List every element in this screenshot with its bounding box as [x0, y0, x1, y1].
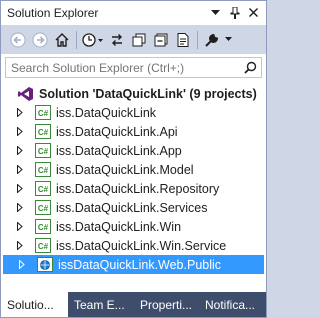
project-label: iss.DataQuickLink.Win.Service	[56, 238, 227, 253]
svg-text:C#: C#	[37, 109, 48, 118]
tab-team-explorer[interactable]: Team E...	[68, 292, 134, 317]
toolbar-separator	[197, 30, 198, 49]
back-icon[interactable]	[7, 29, 29, 51]
close-icon[interactable]	[245, 4, 262, 21]
expand-arrow-icon[interactable]	[15, 165, 25, 175]
project-node[interactable]: issDataQuickLink.Web.Public	[3, 255, 264, 274]
svg-text:C#: C#	[37, 204, 48, 213]
project-label: iss.DataQuickLink.Model	[56, 162, 194, 177]
svg-text:C#: C#	[37, 223, 48, 232]
show-all-files-icon[interactable]	[172, 29, 194, 51]
toolbar	[1, 25, 266, 54]
solution-tree: Solution 'DataQuickLink' (9 projects) C#…	[1, 81, 266, 284]
toolbar-overflow-dropdown-icon[interactable]	[223, 29, 233, 51]
sync-icon[interactable]	[106, 29, 128, 51]
history-clock-icon[interactable]	[80, 29, 106, 51]
csharp-project-icon: C#	[34, 238, 51, 254]
expand-arrow-icon[interactable]	[15, 241, 25, 251]
csharp-project-icon: C#	[34, 181, 51, 197]
tab-notifications[interactable]: Notifica...	[199, 292, 266, 317]
csharp-project-icon: C#	[34, 124, 51, 140]
svg-text:C#: C#	[37, 147, 48, 156]
csharp-project-icon: C#	[34, 200, 51, 216]
search-icon[interactable]	[239, 58, 261, 77]
expand-arrow-icon[interactable]	[15, 127, 25, 137]
title-bar: Solution Explorer	[1, 1, 266, 25]
home-icon[interactable]	[51, 29, 73, 51]
solution-label: Solution 'DataQuickLink' (9 projects)	[39, 86, 257, 101]
collapse-all-icon[interactable]	[150, 29, 172, 51]
project-label: issDataQuickLink.Web.Public	[58, 257, 222, 272]
expand-arrow-icon[interactable]	[15, 108, 25, 118]
solution-node[interactable]: Solution 'DataQuickLink' (9 projects)	[1, 84, 266, 103]
project-label: iss.DataQuickLink.Repository	[56, 181, 220, 196]
search-input[interactable]	[6, 58, 239, 77]
csharp-project-icon: C#	[34, 219, 51, 235]
solution-explorer-window: Solution Explorer Search Solution Explor…	[0, 0, 267, 318]
search-box	[5, 57, 262, 78]
bottom-tab-strip: Solutio... Team E... Properti... Notific…	[1, 292, 266, 317]
expand-arrow-icon[interactable]	[15, 222, 25, 232]
expand-arrow-icon[interactable]	[17, 260, 27, 270]
project-node[interactable]: C# iss.DataQuickLink.Win	[1, 217, 266, 236]
csharp-project-icon: C#	[34, 105, 51, 121]
tab-label: Team E...	[74, 297, 125, 312]
svg-text:C#: C#	[37, 166, 48, 175]
project-label: iss.DataQuickLink.Win	[56, 219, 182, 234]
tab-properties[interactable]: Properti...	[134, 292, 199, 317]
visual-studio-solution-icon	[17, 86, 34, 102]
toolbar-separator	[76, 30, 77, 49]
project-label: iss.DataQuickLink	[56, 105, 157, 120]
tab-label: Notifica...	[205, 297, 256, 312]
window-menu-dropdown-icon[interactable]	[207, 4, 224, 21]
project-node[interactable]: C# iss.DataQuickLink	[1, 103, 266, 122]
tab-label: Solutio...	[7, 297, 54, 312]
csharp-project-icon: C#	[34, 162, 51, 178]
project-node[interactable]: C# iss.DataQuickLink.Win.Service	[1, 236, 266, 255]
expand-arrow-icon[interactable]	[15, 146, 25, 156]
project-label: iss.DataQuickLink.App	[56, 143, 182, 158]
svg-text:C#: C#	[37, 128, 48, 137]
expand-arrow-icon[interactable]	[15, 203, 25, 213]
csharp-project-icon: C#	[34, 143, 51, 159]
tab-solution-explorer[interactable]: Solutio...	[1, 292, 68, 317]
expand-arrow-icon[interactable]	[15, 184, 25, 194]
pending-changes-icon[interactable]	[128, 29, 150, 51]
project-node[interactable]: C# iss.DataQuickLink.Repository	[1, 179, 266, 198]
svg-text:C#: C#	[37, 185, 48, 194]
svg-text:C#: C#	[37, 242, 48, 251]
project-node[interactable]: C# iss.DataQuickLink.Api	[1, 122, 266, 141]
project-label: iss.DataQuickLink.Api	[56, 124, 178, 139]
project-label: iss.DataQuickLink.Services	[56, 200, 208, 215]
project-node[interactable]: C# iss.DataQuickLink.Services	[1, 198, 266, 217]
project-node[interactable]: C# iss.DataQuickLink.App	[1, 141, 266, 160]
properties-wrench-icon[interactable]	[201, 29, 223, 51]
pin-icon[interactable]	[226, 4, 243, 21]
window-title: Solution Explorer	[7, 6, 99, 20]
project-node[interactable]: C# iss.DataQuickLink.Model	[1, 160, 266, 179]
web-project-icon	[36, 257, 53, 273]
forward-icon[interactable]	[29, 29, 51, 51]
tab-label: Properti...	[140, 297, 193, 312]
